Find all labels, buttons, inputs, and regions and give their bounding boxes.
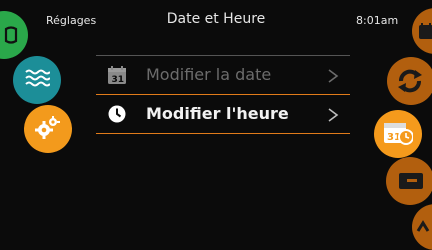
water-button[interactable] (13, 56, 61, 104)
clock-time: 8:01am (356, 14, 399, 27)
menu-item-label: Modifier la date (146, 65, 272, 84)
calendar-clock-icon: 31 (383, 120, 414, 150)
home-icon (4, 26, 18, 48)
menu-item-label: Modifier l'heure (146, 104, 289, 123)
svg-text:31: 31 (112, 75, 125, 85)
calendar-icon (418, 22, 432, 44)
top-bar: Réglages Date et Heure 8:01am (0, 0, 432, 38)
card-icon (398, 172, 424, 194)
menu-divider (96, 133, 350, 134)
chevron-right-icon (326, 68, 340, 83)
screen: Réglages Date et Heure 8:01am 31 31 Modi… (0, 0, 432, 250)
menu-item-modify-date[interactable]: 31 Modifier la date (96, 56, 350, 94)
cycle-arrows-icon (397, 69, 423, 97)
menu-item-modify-time[interactable]: Modifier l'heure (96, 95, 350, 133)
gears-icon (34, 113, 62, 145)
chevron-up-icon (416, 218, 430, 237)
chevron-right-icon (326, 107, 340, 122)
water-waves-icon (24, 67, 51, 93)
date-time-menu: 31 Modifier la date Modifier l'heure (96, 55, 350, 134)
calendar-icon: 31 (107, 65, 127, 85)
clock-icon (107, 104, 127, 124)
settings-button[interactable] (24, 105, 72, 153)
right-nav-item-5[interactable] (412, 204, 432, 250)
date-time-button[interactable]: 31 (374, 110, 422, 158)
right-nav-item-4[interactable] (386, 157, 432, 205)
right-nav-item-2[interactable] (387, 57, 432, 105)
